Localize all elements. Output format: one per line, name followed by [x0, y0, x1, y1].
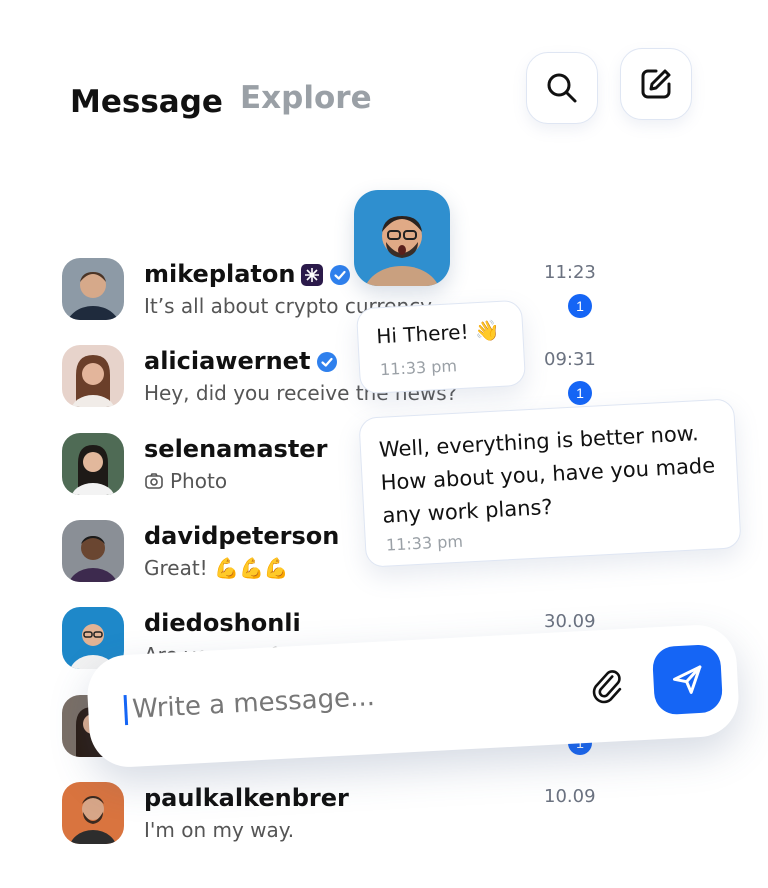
avatar [62, 258, 124, 320]
conversation-preview: Photo [170, 469, 228, 493]
conversation-item[interactable]: paulkalkenbrer I'm on my way. 10.09 [62, 782, 602, 848]
compose-icon [641, 69, 671, 99]
search-button[interactable] [526, 52, 598, 124]
message-input[interactable]: Write a message... [132, 682, 376, 725]
chat-bubble-text: Hi There! 👋 [375, 317, 501, 349]
chat-bubble-time: 11:33 pm [385, 531, 464, 555]
avatar [62, 433, 124, 495]
conversation-username: aliciawernet [144, 347, 311, 375]
sparkle-badge-icon [301, 264, 324, 286]
attach-button[interactable] [585, 663, 627, 710]
conversation-time: 10.09 [544, 786, 596, 807]
verified-icon [317, 352, 338, 372]
conversation-time: 30.09 [544, 611, 596, 632]
avatar [62, 782, 124, 844]
conversation-preview: Great! 💪💪💪 [144, 556, 289, 580]
conversation-time: 11:23 [544, 262, 596, 283]
avatar [62, 520, 124, 582]
conversation-username: davidpeterson [144, 522, 340, 550]
unread-badge: 1 [568, 381, 592, 405]
send-button[interactable] [651, 643, 724, 716]
conversation-username: selenamaster [144, 435, 328, 463]
paperclip-icon [592, 670, 622, 704]
camera-icon [145, 473, 163, 489]
compose-button[interactable] [620, 48, 692, 120]
text-caret [123, 694, 129, 726]
conversation-username: paulkalkenbrer [144, 784, 349, 812]
conversation-username: diedoshonli [144, 609, 301, 637]
chat-avatar [354, 190, 450, 286]
conversation-username: mikeplaton [144, 260, 296, 288]
search-icon [547, 73, 577, 103]
chat-bubble-text: Well, everything is better now. How abou… [378, 421, 716, 528]
chat-bubble-time: 11:33 pm [379, 356, 458, 380]
send-icon [672, 665, 702, 694]
chat-bubble: Well, everything is better now. How abou… [358, 398, 742, 568]
conversation-time: 09:31 [544, 349, 596, 370]
tab-explore[interactable]: Explore [240, 80, 372, 116]
chat-bubble: Hi There! 👋 11:33 pm [355, 299, 527, 395]
tab-message[interactable]: Message [70, 84, 223, 120]
unread-badge: 1 [568, 294, 592, 318]
avatar [62, 345, 124, 407]
conversation-preview: I'm on my way. [144, 818, 295, 842]
verified-icon [330, 265, 351, 285]
